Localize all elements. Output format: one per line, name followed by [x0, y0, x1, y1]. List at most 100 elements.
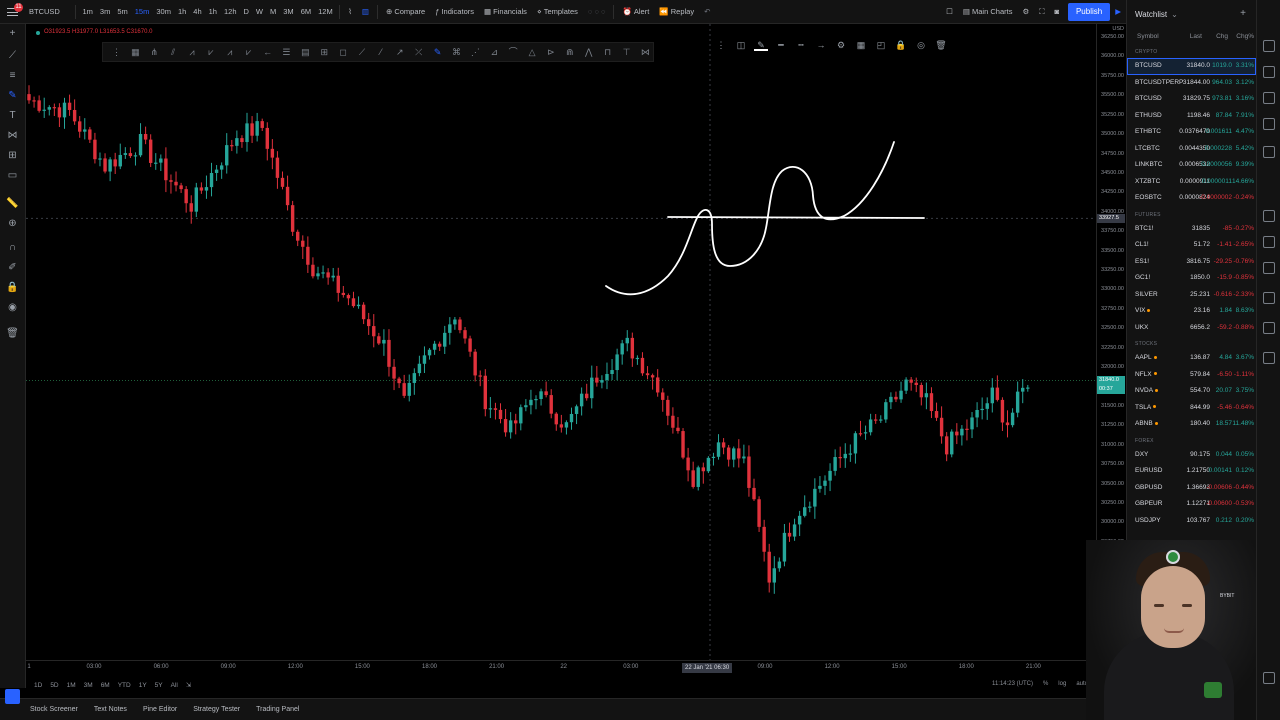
watchlist-row[interactable]: TSLA 844.99 -5.46 -0.64%	[1127, 400, 1256, 417]
timeframe-1[interactable]: 3m	[96, 0, 113, 23]
play-circle-icon[interactable]: ▶	[1110, 0, 1126, 23]
trash-icon[interactable]: 🗑	[934, 39, 948, 51]
chats-icon[interactable]	[1263, 262, 1275, 274]
add-symbol-icon[interactable]: +	[1240, 8, 1246, 19]
bottom-tab-0[interactable]: Stock Screener	[30, 706, 78, 713]
range-2[interactable]: 1M	[67, 682, 76, 689]
watchlist-row[interactable]: BTCUSDTPERP 31844.00 964.03 3.12%	[1127, 75, 1256, 92]
undo-redo-group[interactable]: ◌ ◌ ◌	[583, 0, 611, 23]
symbol-search[interactable]: BTCUSD	[24, 0, 72, 23]
line-end-icon[interactable]: →	[814, 39, 828, 51]
square-icon[interactable]: ☐	[941, 0, 958, 23]
range-6[interactable]: 1Y	[139, 682, 147, 689]
watchlist-row[interactable]: EURUSD 1.21750 0.00141 0.12%	[1127, 463, 1256, 480]
text-icon[interactable]: T	[6, 110, 19, 122]
pattern-icon[interactable]: ⋈	[6, 130, 19, 142]
crosshair-icon[interactable]: +	[6, 28, 19, 40]
bars-icon[interactable]: ▥	[357, 0, 374, 23]
watchlist-row[interactable]: UKX 6656.2 -59.2 -0.88%	[1127, 320, 1256, 337]
hotlist-icon[interactable]	[1263, 118, 1275, 130]
watchlist-row[interactable]: AAPL 136.87 4.84 3.67%	[1127, 350, 1256, 367]
fullscreen-icon[interactable]: ⛶	[1034, 0, 1049, 23]
zigzag-3-icon[interactable]: ⩘	[222, 46, 237, 58]
timeframe-5[interactable]: 1h	[174, 0, 189, 23]
watchlist-row[interactable]: NVDA 554.70 20.07 3.75%	[1127, 383, 1256, 400]
zigzag-2-icon[interactable]: ⩗	[203, 46, 218, 58]
watchlist-row[interactable]: DXY 90.175 0.044 0.05%	[1127, 447, 1256, 464]
time-axis[interactable]: 1 03:00 06:00 09:00 12:00 15:00 18:00 21:00 22 03…	[26, 660, 1096, 674]
projection-icon[interactable]: ⋈	[638, 46, 653, 58]
gann-box-icon[interactable]: ⊞	[317, 46, 332, 58]
range-1[interactable]: 5D	[50, 682, 58, 689]
go-to-date-icon[interactable]: ⇲	[186, 681, 191, 689]
cycle-icon[interactable]: ⊓	[600, 46, 615, 58]
watchlist-row[interactable]: EOSBTC 0.0000824 -0.0000002 -0.24%	[1127, 190, 1256, 207]
range-7[interactable]: 5Y	[155, 682, 163, 689]
watchlist-row[interactable]: GBPUSD 1.36693 -0.00606 -0.44%	[1127, 480, 1256, 497]
watchlist-row[interactable]: LTCBTC 0.0044350 0.000228 5.42%	[1127, 141, 1256, 158]
layout-button[interactable]: ▤ Main Charts	[958, 0, 1018, 23]
visibility-icon[interactable]: ▦	[854, 39, 868, 51]
alerts-icon[interactable]	[1263, 66, 1275, 78]
col-chg-pct[interactable]: Chg%	[1236, 33, 1254, 40]
bottom-tab-1[interactable]: Text Notes	[94, 706, 127, 713]
watchlist-row[interactable]: NFLX 579.84 -6.50 -1.11%	[1127, 367, 1256, 384]
timeframe-7[interactable]: 1h	[205, 0, 220, 23]
rect-icon[interactable]: ◻	[336, 46, 351, 58]
watchlist-row[interactable]: CL1! 51.72 -1.41 -2.65%	[1127, 237, 1256, 254]
col-last[interactable]: Last	[1190, 33, 1202, 40]
trash-icon[interactable]: 🗑	[6, 328, 19, 340]
col-symbol[interactable]: Symbol	[1137, 33, 1159, 40]
watchlist-icon[interactable]	[1263, 40, 1275, 52]
ray-icon[interactable]: ⟋	[355, 46, 370, 58]
shapes-icon[interactable]: ▭	[6, 170, 19, 182]
timeframe-4[interactable]: 30m	[153, 0, 175, 23]
publish-button[interactable]: Publish	[1067, 2, 1111, 21]
xabcd-icon[interactable]: ⊳	[543, 46, 558, 58]
timeframe-10[interactable]: W	[252, 0, 266, 23]
brush-icon[interactable]: ✎	[6, 90, 19, 102]
range-0[interactable]: 1D	[34, 682, 42, 689]
camera-icon[interactable]: ◙	[1049, 0, 1064, 23]
line-width-icon[interactable]: ━	[774, 39, 788, 51]
timeframe-3[interactable]: 15m	[131, 0, 153, 23]
chart-type-icon[interactable]: ⌇	[343, 0, 357, 23]
col-chg[interactable]: Chg	[1216, 33, 1228, 40]
watchlist-row[interactable]: LINKBTC 0.0006532 0.0000056 9.39%	[1127, 157, 1256, 174]
settings-icon[interactable]: ⚙	[834, 39, 848, 51]
arc-icon[interactable]: ⌒	[506, 46, 521, 58]
order-panel-icon[interactable]	[1263, 352, 1275, 364]
brush-tool-icon[interactable]: ✎	[430, 46, 445, 58]
ext-line-icon[interactable]: ⁄	[373, 46, 388, 58]
timeframe-13[interactable]: 6M	[297, 0, 314, 23]
ideas-icon[interactable]	[1263, 210, 1275, 222]
watchlist-section-header[interactable]: FUTURES	[1127, 207, 1256, 221]
polyline-icon[interactable]: ⊿	[487, 46, 502, 58]
magnet-icon[interactable]: ∩	[6, 242, 19, 254]
timeframe-8[interactable]: 12h	[220, 0, 240, 23]
timeframe-0[interactable]: 1m	[79, 0, 96, 23]
watchlist-section-header[interactable]: STOCKS	[1127, 336, 1256, 350]
log-toggle[interactable]: log	[1058, 681, 1066, 687]
template-icon[interactable]: ◫	[734, 39, 748, 51]
prediction-icon[interactable]: ⊞	[6, 150, 19, 162]
range-4[interactable]: 6M	[101, 682, 110, 689]
chat-icon[interactable]	[5, 689, 20, 704]
timeframe-2[interactable]: 5m	[114, 0, 131, 23]
grid-icon[interactable]: ▦	[128, 46, 143, 58]
watchlist-row[interactable]: USDJPY 103.767 0.212 0.20%	[1127, 513, 1256, 530]
timeframe-14[interactable]: 12M	[315, 0, 337, 23]
percent-toggle[interactable]: %	[1043, 681, 1048, 687]
path-icon[interactable]: ⋰	[468, 46, 483, 58]
watchlist-row[interactable]: BTC1! 31835 -85 -0.27%	[1127, 221, 1256, 238]
timeframe-6[interactable]: 4h	[190, 0, 205, 23]
bottom-tab-4[interactable]: Trading Panel	[256, 706, 299, 713]
hide-icon[interactable]: ◎	[914, 39, 928, 51]
compare-button[interactable]: ⊕ Compare	[381, 0, 430, 23]
menu-button[interactable]: 11	[0, 0, 24, 23]
zigzag-4-icon[interactable]: ⩗	[241, 46, 256, 58]
ruler-icon[interactable]: 📏	[6, 198, 19, 210]
highlighter-icon[interactable]: ⌘	[449, 46, 464, 58]
zoom-icon[interactable]: ⊕	[6, 218, 19, 230]
forecast-icon[interactable]: ⊤	[619, 46, 634, 58]
